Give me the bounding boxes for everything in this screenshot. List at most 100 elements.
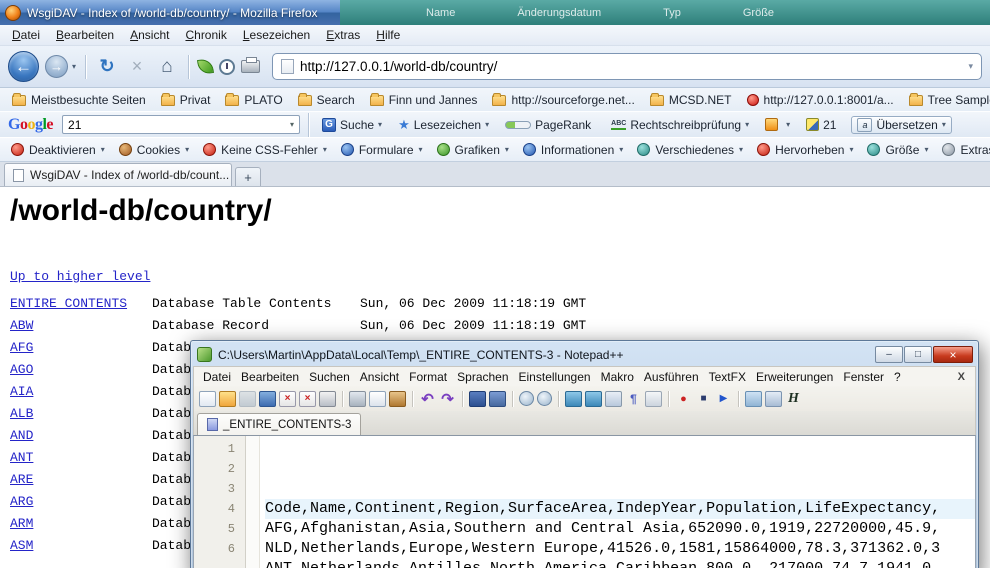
- entry-link[interactable]: ASM: [10, 538, 33, 553]
- bookmark-item[interactable]: MCSD.NET: [643, 92, 739, 108]
- replace-icon[interactable]: [489, 391, 506, 407]
- google-toolbar-button[interactable]: PageRank: [500, 117, 600, 133]
- entry-link[interactable]: ABW: [10, 318, 33, 333]
- notepad-menu-item[interactable]: Datei: [198, 369, 236, 385]
- toolbar-separator[interactable]: [409, 391, 416, 407]
- copy-icon[interactable]: [369, 391, 386, 407]
- print-icon[interactable]: [241, 60, 260, 73]
- print-icon[interactable]: [319, 391, 336, 407]
- entry-link[interactable]: ARM: [10, 516, 33, 531]
- document-close-icon[interactable]: X: [952, 371, 971, 383]
- webdev-menu-button[interactable]: Deaktivieren ▾: [5, 142, 111, 158]
- history-clock-icon[interactable]: [219, 59, 235, 75]
- minimize-button[interactable]: –: [875, 346, 903, 363]
- toolbar-separator[interactable]: [339, 391, 346, 407]
- webdev-menu-button[interactable]: Informationen ▾: [517, 142, 629, 158]
- redo-icon[interactable]: ↷: [439, 391, 456, 407]
- toolbar-separator[interactable]: [509, 391, 516, 407]
- close-button[interactable]: ×: [933, 346, 973, 363]
- notepad-menu-item[interactable]: Ansicht: [355, 369, 404, 385]
- menu-item[interactable]: Hilfe: [368, 26, 408, 44]
- word-wrap-icon[interactable]: [605, 391, 622, 407]
- entry-link[interactable]: AGO: [10, 362, 33, 377]
- notepad-menu-item[interactable]: Ausführen: [639, 369, 704, 385]
- notepad-menu-item[interactable]: Fenster: [838, 369, 889, 385]
- webdev-menu-button[interactable]: Verschiedenes ▾: [631, 142, 749, 158]
- toolbar-separator[interactable]: [555, 391, 562, 407]
- tab-active[interactable]: WsgiDAV - Index of /world-db/count...: [4, 163, 232, 186]
- notepad-menu-item[interactable]: Suchen: [304, 369, 355, 385]
- webdev-menu-button[interactable]: Formulare ▾: [335, 142, 429, 158]
- save-icon[interactable]: [239, 391, 256, 407]
- close-all-icon[interactable]: ×: [299, 391, 316, 407]
- menu-item[interactable]: Extras: [318, 26, 368, 44]
- forward-button[interactable]: →: [45, 55, 68, 78]
- close-doc-icon[interactable]: ×: [279, 391, 296, 407]
- undo-icon[interactable]: ↶: [419, 391, 436, 407]
- bookmark-item[interactable]: Finn und Jannes: [363, 92, 485, 108]
- new-tab-button[interactable]: +: [235, 167, 261, 186]
- reload-button[interactable]: ↻: [95, 55, 119, 79]
- indent-guide-icon[interactable]: [645, 391, 662, 407]
- notepad-menu-item[interactable]: Einstellungen: [514, 369, 596, 385]
- open-folder-icon[interactable]: [219, 391, 236, 407]
- doc-map-icon[interactable]: [745, 391, 762, 407]
- webdev-menu-button[interactable]: Extras ▾: [936, 142, 990, 158]
- entry-link[interactable]: ANT: [10, 450, 33, 465]
- menu-item[interactable]: Lesezeichen: [235, 26, 318, 44]
- webdev-menu-button[interactable]: Keine CSS-Fehler ▾: [197, 142, 333, 158]
- google-toolbar-button[interactable]: a Übersetzen ▾: [851, 116, 951, 134]
- notepad-menu-item[interactable]: Makro: [596, 369, 639, 385]
- up-to-higher-level-link[interactable]: Up to higher level: [10, 269, 150, 284]
- entry-link[interactable]: AND: [10, 428, 33, 443]
- new-file-icon[interactable]: [199, 391, 216, 407]
- sync-horizontal-icon[interactable]: [585, 391, 602, 407]
- google-toolbar-button[interactable]: ▾: [760, 117, 795, 132]
- save-all-icon[interactable]: [259, 391, 276, 407]
- google-search-input[interactable]: [68, 118, 287, 132]
- google-toolbar-button[interactable]: G Suche ▾: [317, 117, 387, 133]
- record-macro-icon[interactable]: ●: [675, 391, 692, 407]
- bookmark-item[interactable]: http://127.0.0.1:8001/a...: [740, 92, 901, 108]
- notepad-menu-item[interactable]: Sprachen: [452, 369, 513, 385]
- greasemonkey-icon[interactable]: [197, 58, 214, 75]
- webdev-menu-button[interactable]: Größe ▾: [861, 142, 934, 158]
- google-toolbar-button[interactable]: ★ Lesezeichen ▾: [393, 116, 494, 134]
- home-button[interactable]: ⌂: [155, 55, 179, 79]
- stop-macro-icon[interactable]: ■: [695, 391, 712, 407]
- editor-area[interactable]: 123456 Code,Name,Continent,Region,Surfac…: [193, 435, 976, 568]
- notepad-menu-item[interactable]: Format: [404, 369, 452, 385]
- google-toolbar-button[interactable]: 21: [801, 117, 845, 133]
- menu-item[interactable]: Chronik: [177, 26, 234, 44]
- play-macro-icon[interactable]: ▶: [715, 391, 732, 407]
- notepad-menu-item[interactable]: Erweiterungen: [751, 369, 838, 385]
- entry-link[interactable]: ARE: [10, 472, 33, 487]
- zoom-out-icon[interactable]: [537, 391, 552, 406]
- back-button[interactable]: ←: [8, 51, 39, 82]
- history-dropdown-icon[interactable]: ▾: [72, 62, 76, 71]
- notepad-menu-item[interactable]: ?: [889, 369, 906, 385]
- entry-link[interactable]: AFG: [10, 340, 33, 355]
- bookmark-item[interactable]: Tree Samples: [902, 92, 990, 108]
- toolbar-separator[interactable]: [459, 391, 466, 407]
- google-toolbar-button[interactable]: ABC Rechtschreibprüfung ▾: [606, 117, 754, 133]
- menu-item[interactable]: Datei: [4, 26, 48, 44]
- show-symbols-icon[interactable]: ¶: [625, 391, 642, 407]
- cut-icon[interactable]: [349, 391, 366, 407]
- notepad-menu-item[interactable]: TextFX: [704, 369, 751, 385]
- webdev-menu-button[interactable]: Hervorheben ▾: [751, 142, 859, 158]
- sync-vertical-icon[interactable]: [565, 391, 582, 407]
- url-bar[interactable]: ▾: [272, 53, 982, 80]
- url-input[interactable]: [300, 59, 962, 74]
- paste-icon[interactable]: [389, 391, 406, 407]
- google-search-box[interactable]: ▾: [62, 115, 300, 134]
- find-icon[interactable]: [469, 391, 486, 407]
- url-dropdown-icon[interactable]: ▾: [968, 61, 973, 72]
- zoom-in-icon[interactable]: [519, 391, 534, 406]
- bookmark-item[interactable]: Search: [291, 92, 362, 108]
- bookmark-item[interactable]: PLATO: [218, 92, 289, 108]
- entry-link[interactable]: ENTIRE CONTENTS: [10, 296, 127, 311]
- menu-item[interactable]: Ansicht: [122, 26, 177, 44]
- bookmark-item[interactable]: Privat: [154, 92, 218, 108]
- search-dropdown-icon[interactable]: ▾: [287, 120, 297, 129]
